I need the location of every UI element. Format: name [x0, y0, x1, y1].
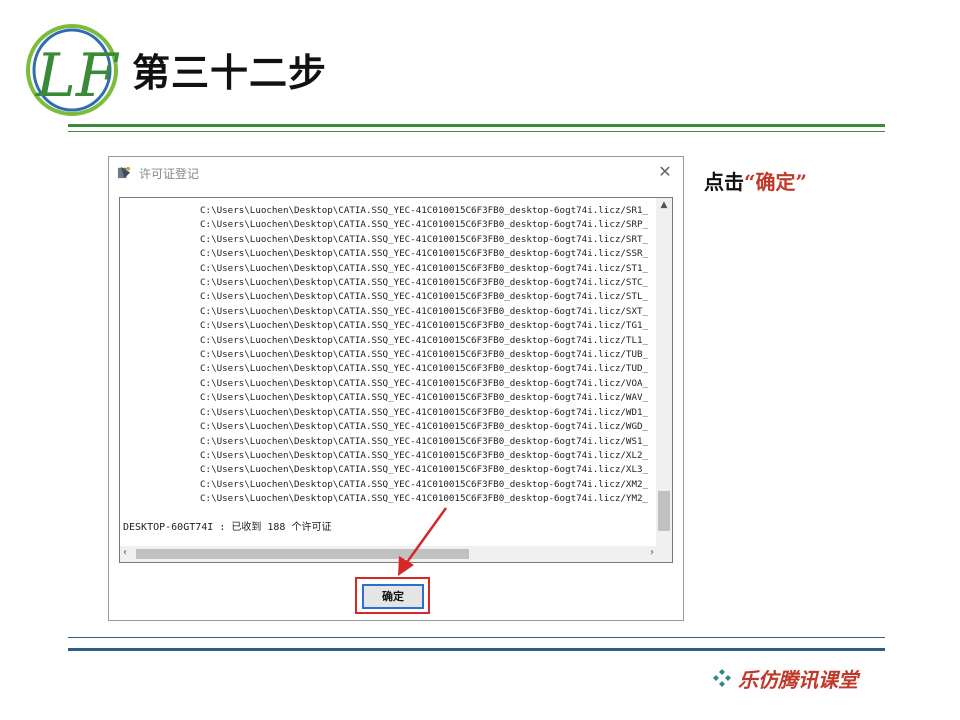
log-line: C:\Users\Luochen\Desktop\CATIA.SSQ_YEC-4… — [200, 248, 649, 260]
log-line: C:\Users\Luochen\Desktop\CATIA.SSQ_YEC-4… — [200, 291, 649, 303]
diamond-cluster-icon — [713, 669, 731, 687]
header-rule — [68, 124, 885, 127]
scroll-right-icon[interactable]: › — [650, 547, 654, 558]
log-line: C:\Users\Luochen\Desktop\CATIA.SSQ_YEC-4… — [200, 435, 649, 447]
log-line: C:\Users\Luochen\Desktop\CATIA.SSQ_YEC-4… — [200, 392, 649, 404]
log-line: C:\Users\Luochen\Desktop\CATIA.SSQ_YEC-4… — [200, 363, 649, 375]
footer-rule — [68, 648, 885, 651]
header-rule-thin — [68, 131, 885, 132]
log-line: C:\Users\Luochen\Desktop\CATIA.SSQ_YEC-4… — [200, 478, 649, 490]
instruction-highlight: “确定” — [744, 170, 808, 194]
log-line: C:\Users\Luochen\Desktop\CATIA.SSQ_YEC-4… — [200, 493, 649, 505]
vertical-scrollbar[interactable]: ▲ — [656, 198, 672, 546]
logo-letter-l: LF — [35, 41, 120, 111]
dialog-titlebar[interactable]: 许可证登记 ✕ — [109, 157, 683, 187]
instruction-prefix: 点击 — [704, 170, 744, 194]
log-line: C:\Users\Luochen\Desktop\CATIA.SSQ_YEC-4… — [200, 233, 649, 245]
horizontal-scrollbar[interactable]: ‹ › — [120, 546, 672, 562]
scroll-left-icon[interactable]: ‹ — [123, 547, 127, 558]
log-line: C:\Users\Luochen\Desktop\CATIA.SSQ_YEC-4… — [200, 262, 649, 274]
license-log-textarea[interactable]: C:\Users\Luochen\Desktop\CATIA.SSQ_YEC-4… — [119, 197, 673, 563]
instruction-text: 点击“确定” — [704, 166, 807, 195]
log-line: C:\Users\Luochen\Desktop\CATIA.SSQ_YEC-4… — [200, 205, 649, 216]
log-line: C:\Users\Luochen\Desktop\CATIA.SSQ_YEC-4… — [200, 449, 649, 461]
footer-brand: 乐仿腾讯课堂 — [738, 668, 858, 692]
scroll-up-icon[interactable]: ▲ — [656, 200, 672, 210]
lf-logo: LF — [26, 24, 120, 116]
log-line: C:\Users\Luochen\Desktop\CATIA.SSQ_YEC-4… — [200, 421, 649, 433]
app-icon — [117, 166, 131, 179]
status-line: DESKTOP-60GT74I : 已收到 188 个许可证 — [123, 522, 332, 533]
log-line: C:\Users\Luochen\Desktop\CATIA.SSQ_YEC-4… — [200, 305, 649, 317]
log-line: C:\Users\Luochen\Desktop\CATIA.SSQ_YEC-4… — [200, 320, 649, 332]
log-line: C:\Users\Luochen\Desktop\CATIA.SSQ_YEC-4… — [200, 406, 649, 418]
log-line: C:\Users\Luochen\Desktop\CATIA.SSQ_YEC-4… — [200, 464, 649, 476]
slide-title: 第三十二步 — [132, 51, 328, 95]
footer-rule-thin — [68, 637, 885, 638]
ok-button[interactable]: 确定 — [362, 584, 424, 609]
license-registration-dialog: 许可证登记 ✕ C:\Users\Luochen\Desktop\CATIA.S… — [108, 156, 684, 621]
log-line: C:\Users\Luochen\Desktop\CATIA.SSQ_YEC-4… — [200, 219, 649, 231]
close-icon[interactable]: ✕ — [655, 162, 675, 182]
log-line: C:\Users\Luochen\Desktop\CATIA.SSQ_YEC-4… — [200, 277, 649, 289]
dialog-title: 许可证登记 — [139, 167, 200, 181]
log-lines: C:\Users\Luochen\Desktop\CATIA.SSQ_YEC-4… — [200, 204, 662, 507]
vertical-scroll-thumb[interactable] — [658, 491, 670, 531]
log-line: C:\Users\Luochen\Desktop\CATIA.SSQ_YEC-4… — [200, 377, 649, 389]
log-line: C:\Users\Luochen\Desktop\CATIA.SSQ_YEC-4… — [200, 334, 649, 346]
log-line: C:\Users\Luochen\Desktop\CATIA.SSQ_YEC-4… — [200, 349, 649, 361]
horizontal-scroll-thumb[interactable] — [136, 549, 469, 559]
